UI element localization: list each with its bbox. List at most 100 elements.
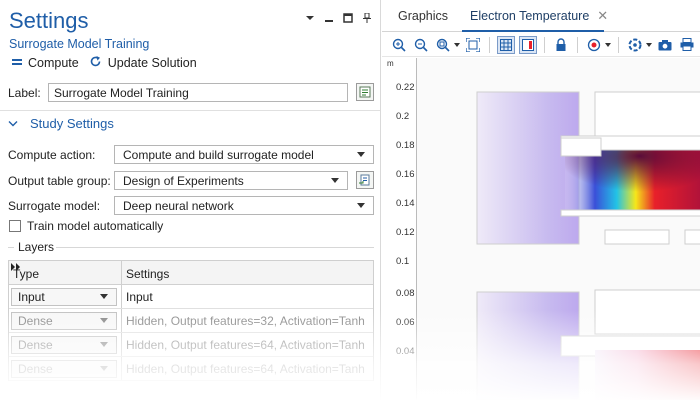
caret-down-icon bbox=[100, 294, 108, 299]
scene-light-icon[interactable] bbox=[585, 36, 603, 54]
heat-core bbox=[565, 150, 700, 210]
compute-button[interactable]: Compute bbox=[12, 56, 79, 70]
chevron-down-icon bbox=[8, 116, 18, 131]
group-line bbox=[8, 246, 14, 248]
toolbar-separator bbox=[577, 36, 578, 53]
y-tick-label: 0.04 bbox=[396, 346, 415, 357]
camera-icon[interactable] bbox=[656, 36, 674, 54]
edit-node-icon[interactable] bbox=[356, 83, 374, 101]
tab-label: Graphics bbox=[398, 9, 449, 23]
tab-graphics[interactable]: Graphics bbox=[398, 0, 448, 32]
maximize-icon[interactable] bbox=[343, 12, 353, 23]
geometry-block bbox=[594, 91, 700, 137]
layer-settings-cell[interactable]: Hidden, Output features=64, Activation=T… bbox=[122, 362, 373, 376]
plot-area[interactable]: m 0.22 0.2 0.18 0.16 0.14 0.12 0.1 0.08 0.06 0.04 bbox=[382, 58, 700, 400]
geometry-block bbox=[560, 209, 700, 217]
close-icon[interactable]: ✕ bbox=[597, 8, 608, 24]
output-table-group-label: Output table group: bbox=[8, 173, 111, 188]
y-tick-label: 0.1 bbox=[396, 256, 410, 267]
chevron-down-icon[interactable] bbox=[305, 12, 315, 22]
zoom-out-icon[interactable] bbox=[412, 36, 430, 54]
settings-panel: Settings Surrogate Model Training Comput… bbox=[0, 0, 381, 400]
layer-type-select[interactable]: Dense bbox=[11, 335, 117, 354]
y-tick-label: 0.12 bbox=[396, 227, 415, 238]
label-caption: Label: bbox=[8, 85, 41, 100]
column-header-label: Settings bbox=[126, 267, 170, 281]
output-table-group-value: Design of Experiments bbox=[123, 173, 244, 188]
output-table-group-row: Output table group: Design of Experiment… bbox=[8, 171, 348, 190]
expand-columns-icon[interactable] bbox=[11, 263, 21, 273]
axis-icon[interactable] bbox=[519, 35, 537, 54]
output-table-group-select[interactable]: Design of Experiments bbox=[114, 171, 348, 190]
table-row[interactable]: Dense Hidden, Output features=64, Activa… bbox=[9, 357, 373, 381]
zoom-box-icon[interactable] bbox=[434, 36, 452, 54]
table-cell-type: Dense bbox=[9, 333, 122, 356]
toolbar-separator bbox=[544, 36, 545, 53]
table-row[interactable]: Dense Hidden, Output features=32, Activa… bbox=[9, 309, 373, 333]
layer-settings-cell[interactable]: Hidden, Output features=32, Activation=T… bbox=[122, 314, 373, 328]
caret-down-icon bbox=[100, 318, 108, 323]
layer-settings-cell[interactable]: Input bbox=[122, 290, 373, 304]
label-field[interactable] bbox=[48, 83, 348, 102]
print-icon[interactable] bbox=[678, 36, 696, 54]
section-title: Study Settings bbox=[30, 116, 114, 131]
settings-toolbar: Compute Update Solution bbox=[12, 55, 197, 71]
layer-type-select[interactable]: Dense bbox=[11, 359, 117, 378]
geometry-block bbox=[560, 137, 602, 157]
panel-subtitle: Surrogate Model Training bbox=[9, 37, 150, 51]
table-row[interactable]: Dense Hidden, Output features=64, Activa… bbox=[9, 333, 373, 357]
layers-group: Layers bbox=[8, 240, 54, 254]
compute-action-value: Compute and build surrogate model bbox=[123, 147, 314, 162]
tab-bar: Graphics Electron Temperature ✕ bbox=[382, 0, 700, 32]
update-solution-label: Update Solution bbox=[107, 56, 197, 70]
caret-down-icon[interactable] bbox=[605, 42, 611, 47]
caret-down-icon[interactable] bbox=[454, 42, 460, 47]
table-cell-type: Dense bbox=[9, 309, 122, 332]
layer-type-select[interactable]: Dense bbox=[11, 311, 117, 330]
rotate-icon[interactable] bbox=[626, 36, 644, 54]
panel-window-controls bbox=[305, 12, 372, 23]
table-header: Type Settings bbox=[9, 261, 373, 285]
caret-down-icon bbox=[331, 178, 339, 183]
graphics-panel: Graphics Electron Temperature ✕ m 0.22 0… bbox=[382, 0, 700, 400]
table-cell-type: Input bbox=[9, 285, 122, 308]
surrogate-model-label: Surrogate model: bbox=[8, 198, 101, 213]
layers-label: Layers bbox=[18, 240, 55, 254]
study-settings-header[interactable]: Study Settings bbox=[8, 116, 114, 131]
zoom-in-icon[interactable] bbox=[390, 36, 408, 54]
geometry-block bbox=[604, 229, 670, 245]
go-to-source-icon[interactable] bbox=[356, 171, 374, 189]
surrogate-model-row: Surrogate model: Deep neural network bbox=[8, 196, 374, 215]
active-tab-indicator bbox=[462, 30, 604, 32]
y-tick-label: 0.18 bbox=[396, 140, 415, 151]
y-tick-label: 0.16 bbox=[396, 169, 415, 180]
minimize-icon[interactable] bbox=[324, 12, 334, 22]
layer-settings-cell[interactable]: Hidden, Output features=64, Activation=T… bbox=[122, 338, 373, 352]
table-cell-type: Dense bbox=[9, 357, 122, 380]
grid-icon[interactable] bbox=[497, 35, 515, 54]
group-line bbox=[56, 247, 374, 248]
zoom-extents-icon[interactable] bbox=[464, 36, 482, 54]
caret-down-icon[interactable] bbox=[646, 42, 652, 47]
compute-icon bbox=[12, 56, 22, 70]
layer-type-value: Input bbox=[18, 289, 45, 304]
heat-region bbox=[595, 350, 700, 400]
caret-down-icon bbox=[100, 366, 108, 371]
compute-action-row: Compute action: Compute and build surrog… bbox=[8, 145, 374, 164]
caret-down-icon bbox=[100, 342, 108, 347]
column-header-type[interactable]: Type bbox=[9, 261, 122, 284]
layer-type-select[interactable]: Input bbox=[11, 287, 117, 306]
column-header-settings[interactable]: Settings bbox=[122, 261, 373, 284]
train-automatically-checkbox[interactable] bbox=[9, 220, 21, 232]
graphics-toolbar bbox=[382, 33, 700, 57]
surrogate-model-select[interactable]: Deep neural network bbox=[114, 196, 374, 215]
table-row[interactable]: Input Input bbox=[9, 285, 373, 309]
compute-action-select[interactable]: Compute and build surrogate model bbox=[114, 145, 374, 164]
layer-type-value: Dense bbox=[18, 337, 53, 352]
update-solution-button[interactable]: Update Solution bbox=[89, 55, 197, 71]
layer-type-value: Dense bbox=[18, 361, 53, 376]
tab-electron-temperature[interactable]: Electron Temperature ✕ bbox=[470, 0, 608, 32]
pin-icon[interactable] bbox=[362, 12, 372, 23]
lock-icon[interactable] bbox=[552, 36, 570, 54]
refresh-icon bbox=[89, 55, 102, 71]
